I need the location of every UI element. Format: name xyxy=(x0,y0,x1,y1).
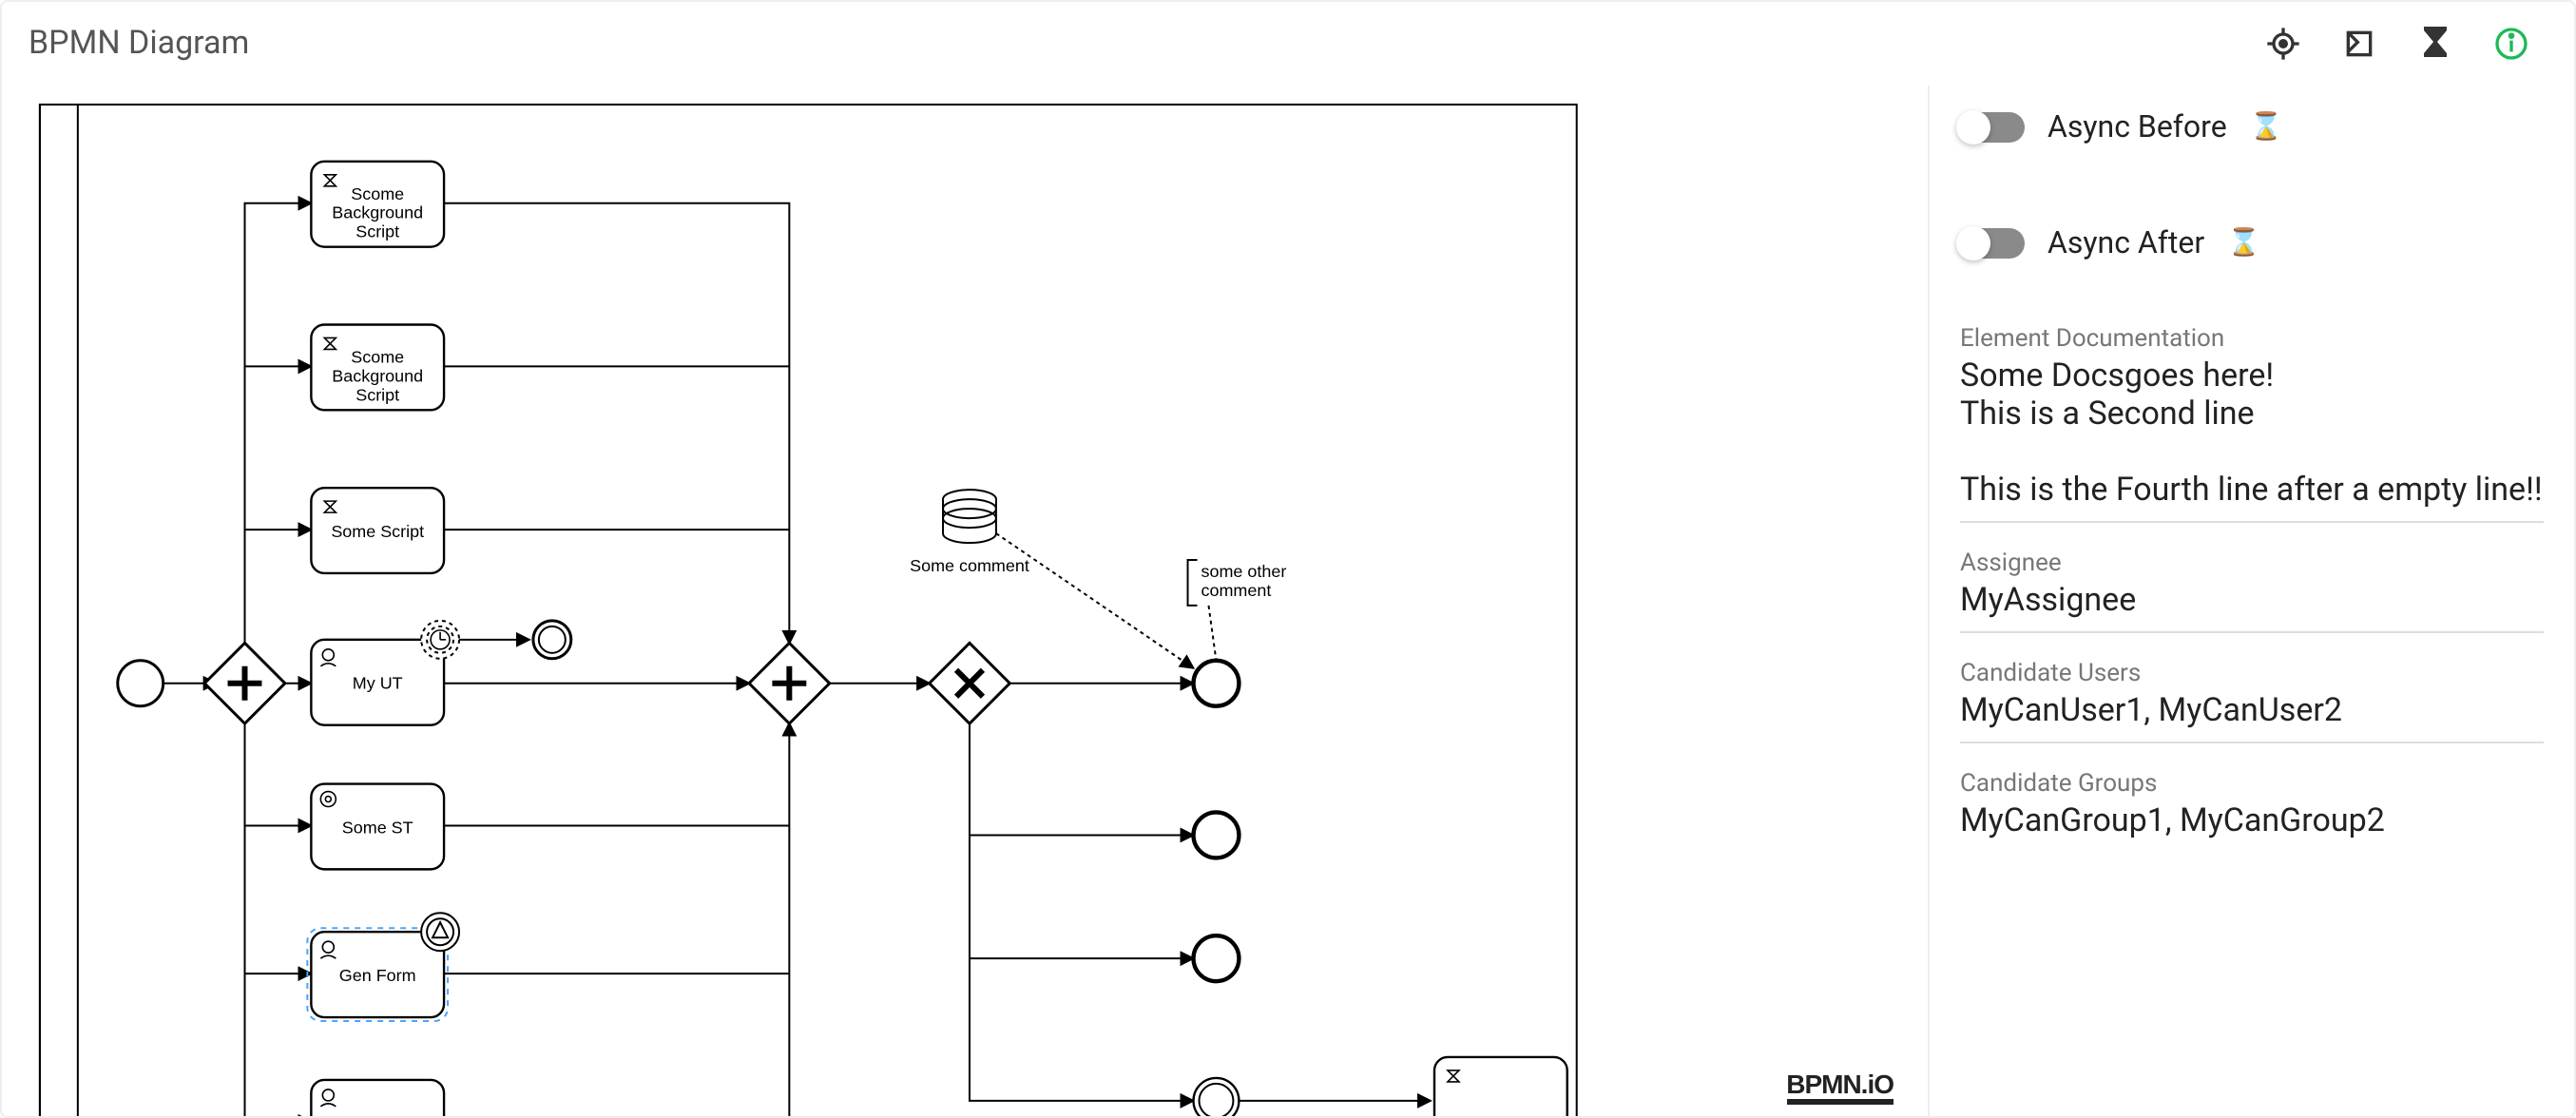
svg-text:Gen Form: Gen Form xyxy=(339,966,416,985)
bpmn-intermediate-event-ic1[interactable] xyxy=(533,621,571,659)
async-before-switch[interactable] xyxy=(1960,111,2025,142)
diagram-panel: BPMN Diagram xyxy=(0,0,2576,1118)
hourglass-icon: ⌛ xyxy=(2227,227,2260,258)
bpmn-task-t7[interactable]: Wizard Form xyxy=(311,1080,444,1116)
data-store-label: Some comment xyxy=(910,556,1029,575)
assignee-value[interactable]: MyAssignee xyxy=(1960,582,2544,633)
candidate-users-label: Candidate Users xyxy=(1960,660,2544,688)
bpmn-task-t5[interactable]: Some ST xyxy=(311,784,444,870)
bpmn-end-event-3[interactable] xyxy=(1194,935,1240,981)
bpmn-data-store[interactable] xyxy=(943,490,996,543)
bpmn-io-logo: BPMN.iO xyxy=(1786,1069,1894,1105)
candidate-groups-value[interactable]: MyCanGroup1, MyCanGroup2 xyxy=(1960,802,2544,852)
bpmn-end-event-2[interactable] xyxy=(1194,812,1240,858)
async-after-row: Async After ⌛ xyxy=(1960,224,2544,260)
properties-panel: Async Before ⌛ Async After ⌛ Element Doc… xyxy=(1928,86,2574,1116)
hourglass-icon[interactable] xyxy=(2414,23,2456,65)
bpmn-end-event-1[interactable] xyxy=(1194,661,1240,706)
candidate-groups-label: Candidate Groups xyxy=(1960,770,2544,799)
bpmn-task-t8[interactable] xyxy=(1434,1057,1567,1116)
info-icon[interactable] xyxy=(2490,23,2532,65)
toolbar-icons xyxy=(2262,23,2547,65)
history-icon[interactable] xyxy=(2338,23,2380,65)
async-before-label: Async Before xyxy=(2047,108,2227,145)
bpmn-boundary-timer[interactable] xyxy=(421,621,459,659)
bpmn-exclusive-gateway[interactable] xyxy=(930,643,1010,723)
candidate-users-value[interactable]: MyCanUser1, MyCanUser2 xyxy=(1960,692,2544,743)
async-after-switch[interactable] xyxy=(1960,227,2025,258)
bpmn-task-t1[interactable]: ScomeBackgroundScript xyxy=(311,162,444,247)
target-icon[interactable] xyxy=(2262,23,2304,65)
element-documentation-value[interactable]: Some Docsgoes here! This is a Second lin… xyxy=(1960,357,2544,523)
bpmn-canvas[interactable]: dog xyxy=(2,86,1928,1116)
panel-title: BPMN Diagram xyxy=(29,25,249,63)
svg-text:Wizard Form: Wizard Form xyxy=(329,1114,427,1116)
bpmn-task-t3[interactable]: Some Script xyxy=(311,488,444,573)
bpmn-start-event[interactable] xyxy=(118,661,163,706)
svg-text:some othercomment: some othercomment xyxy=(1201,562,1286,600)
svg-text:Some ST: Some ST xyxy=(342,818,413,837)
bpmn-boundary-signal[interactable] xyxy=(421,913,459,951)
assignee-label: Assignee xyxy=(1960,549,2544,578)
bpmn-parallel-gateway-split[interactable] xyxy=(204,643,285,723)
svg-text:Some Script: Some Script xyxy=(331,522,424,541)
panel-header: BPMN Diagram xyxy=(2,2,2574,86)
bpmn-task-t2[interactable]: ScomeBackgroundScript xyxy=(311,325,444,411)
element-documentation-label: Element Documentation xyxy=(1960,325,2544,354)
bpmn-text-annotation[interactable]: some othercomment xyxy=(1188,560,1287,606)
async-after-label: Async After xyxy=(2047,224,2204,260)
hourglass-icon: ⌛ xyxy=(2250,111,2283,142)
async-before-row: Async Before ⌛ xyxy=(1960,108,2544,145)
svg-text:My UT: My UT xyxy=(353,674,403,693)
bpmn-task-t4[interactable]: My UT xyxy=(311,640,444,725)
bpmn-link-throw-event[interactable] xyxy=(1194,1078,1240,1116)
bpmn-parallel-gateway-join[interactable] xyxy=(749,643,830,723)
